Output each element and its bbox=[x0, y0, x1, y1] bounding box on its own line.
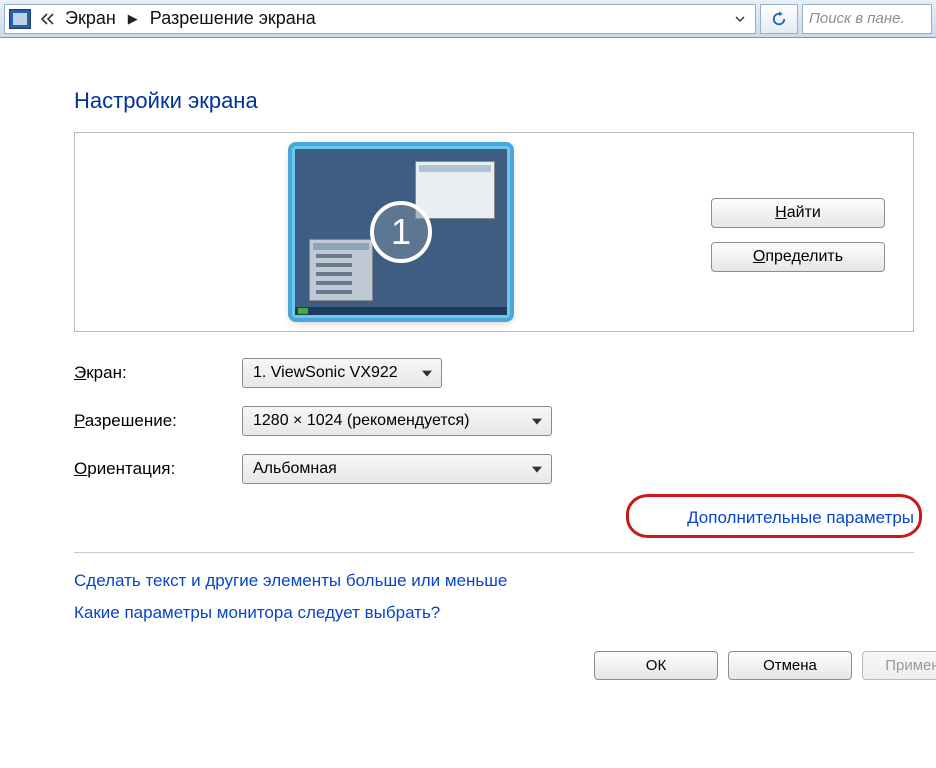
monitor-preview[interactable]: 1 bbox=[292, 146, 510, 318]
preview-window-icon bbox=[415, 161, 495, 219]
resolution-select[interactable]: 1280 × 1024 (рекомендуется) bbox=[242, 406, 552, 436]
preview-window-icon bbox=[309, 239, 373, 301]
page-title: Настройки экрана bbox=[74, 88, 936, 114]
breadcrumb-separator-icon: ▶ bbox=[128, 11, 138, 27]
control-panel-icon bbox=[9, 9, 31, 29]
which-settings-link[interactable]: Какие параметры монитора следует выбрать… bbox=[74, 603, 936, 623]
label-resolution: Разрешение: bbox=[74, 411, 242, 431]
settings-form: Экран: 1. ViewSonic VX922 Разрешение: 12… bbox=[74, 358, 914, 484]
screen-select[interactable]: 1. ViewSonic VX922 bbox=[242, 358, 442, 388]
cancel-button[interactable]: Отмена bbox=[728, 651, 852, 680]
find-button[interactable]: Найти bbox=[711, 198, 885, 228]
refresh-button[interactable] bbox=[760, 4, 798, 34]
advanced-link-row: Дополнительные параметры bbox=[74, 508, 914, 528]
row-resolution: Разрешение: 1280 × 1024 (рекомендуется) bbox=[74, 406, 914, 436]
back-chevron-icon[interactable] bbox=[37, 5, 59, 33]
divider bbox=[74, 552, 914, 553]
text-size-link[interactable]: Сделать текст и другие элементы больше и… bbox=[74, 571, 936, 591]
advanced-settings-link[interactable]: Дополнительные параметры bbox=[687, 508, 914, 528]
search-input[interactable]: Поиск в пане. bbox=[802, 4, 932, 34]
display-number-badge: 1 bbox=[370, 201, 432, 263]
ok-button[interactable]: ОК bbox=[594, 651, 718, 680]
display-preview-panel: 1 Найти Определить bbox=[74, 132, 914, 332]
monitor-preview-wrap: 1 bbox=[91, 146, 711, 318]
dialog-footer: ОК Отмена Применить bbox=[74, 651, 936, 680]
row-orientation: Ориентация: Альбомная bbox=[74, 454, 914, 484]
preview-start-icon bbox=[298, 308, 308, 314]
label-orientation: Ориентация: bbox=[74, 459, 242, 479]
orientation-select[interactable]: Альбомная bbox=[242, 454, 552, 484]
breadcrumb-item-resolution[interactable]: Разрешение экрана bbox=[150, 8, 316, 29]
breadcrumb-item-screen[interactable]: Экран bbox=[65, 8, 116, 29]
content-area: Настройки экрана 1 Найти Определить Экра… bbox=[0, 38, 936, 680]
breadcrumb-bar[interactable]: Экран ▶ Разрешение экрана bbox=[4, 4, 756, 34]
search-placeholder: Поиск в пане. bbox=[809, 10, 905, 27]
label-screen: Экран: bbox=[74, 363, 242, 383]
identify-button[interactable]: Определить bbox=[711, 242, 885, 272]
row-screen: Экран: 1. ViewSonic VX922 bbox=[74, 358, 914, 388]
breadcrumb-dropdown-icon[interactable] bbox=[729, 5, 751, 33]
preview-taskbar-icon bbox=[295, 307, 507, 315]
address-bar: Экран ▶ Разрешение экрана Поиск в пане. bbox=[0, 0, 936, 38]
apply-button: Применить bbox=[862, 651, 936, 680]
preview-side-buttons: Найти Определить bbox=[711, 192, 897, 272]
